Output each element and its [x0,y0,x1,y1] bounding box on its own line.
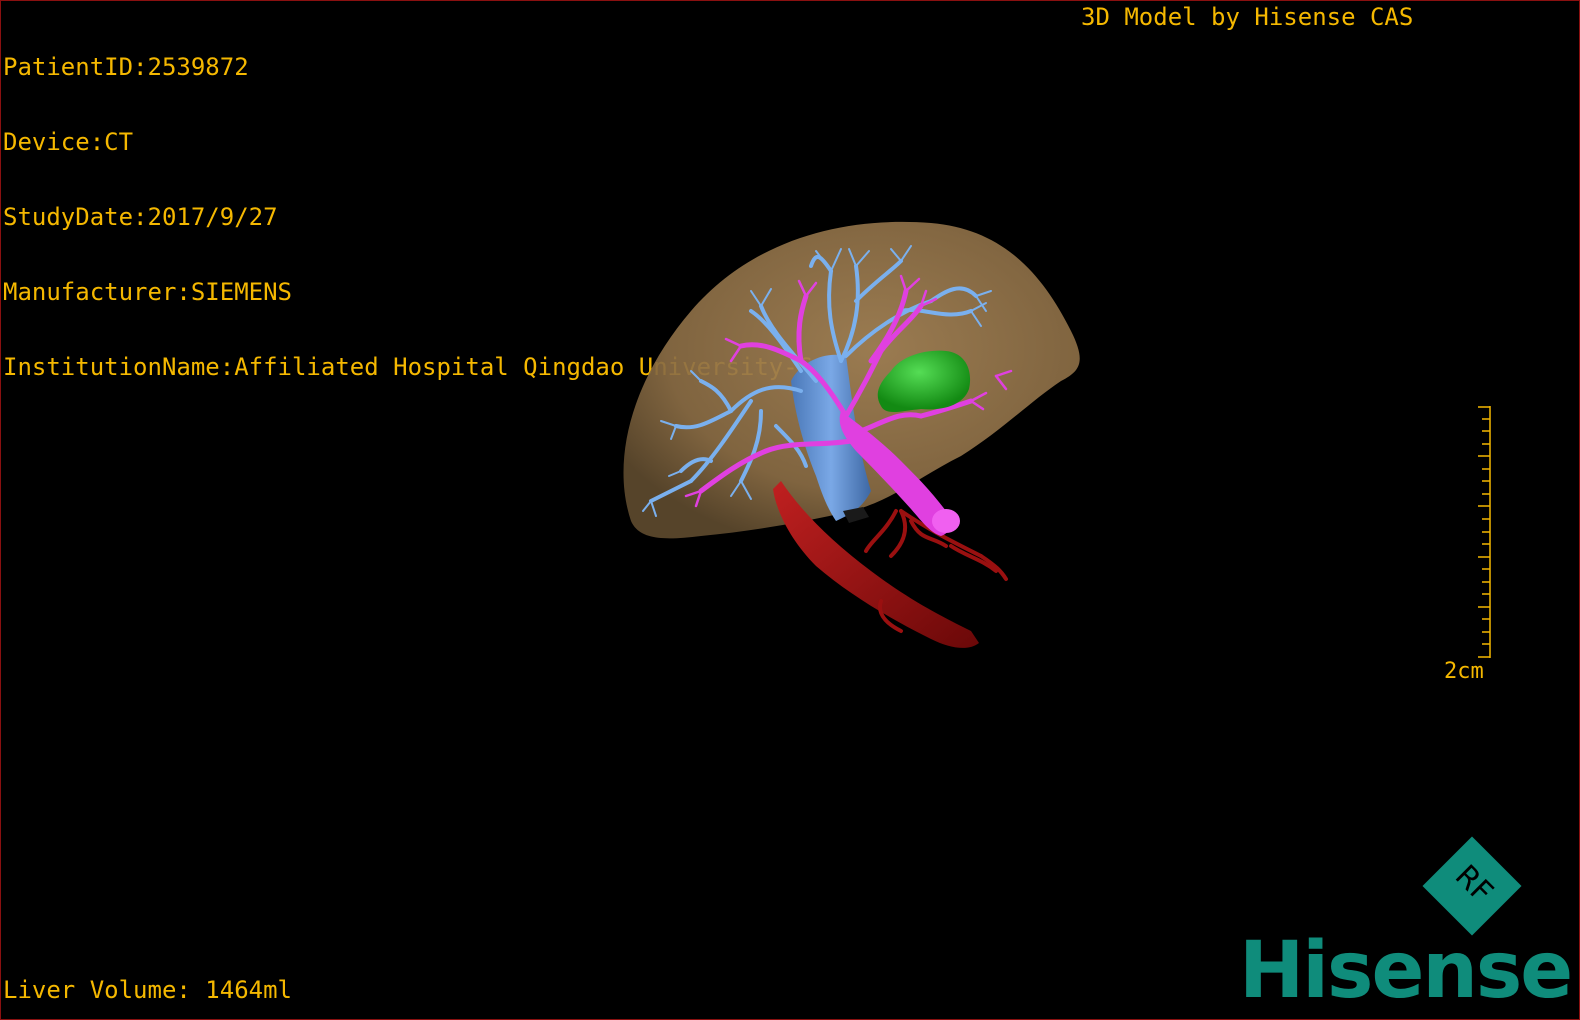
portal-vein-end [932,509,960,533]
patient-id-text: PatientID:2539872 [3,53,249,81]
scale-bar [1478,406,1491,658]
liver-3d-model[interactable] [601,211,1101,671]
brand-logo-text: Hisense [1239,926,1573,1016]
rf-logo-icon: RF [1422,836,1522,936]
scale-label: 2cm [1444,659,1484,684]
device-text: Device:CT [3,128,134,156]
liver-volume-text: Liver Volume: 1464ml [3,976,292,1004]
3d-viewport[interactable]: PatientID:2539872 Device:CT StudyDate:20… [0,0,1580,1020]
model-credit-text: 3D Model by Hisense CAS [1081,3,1414,31]
